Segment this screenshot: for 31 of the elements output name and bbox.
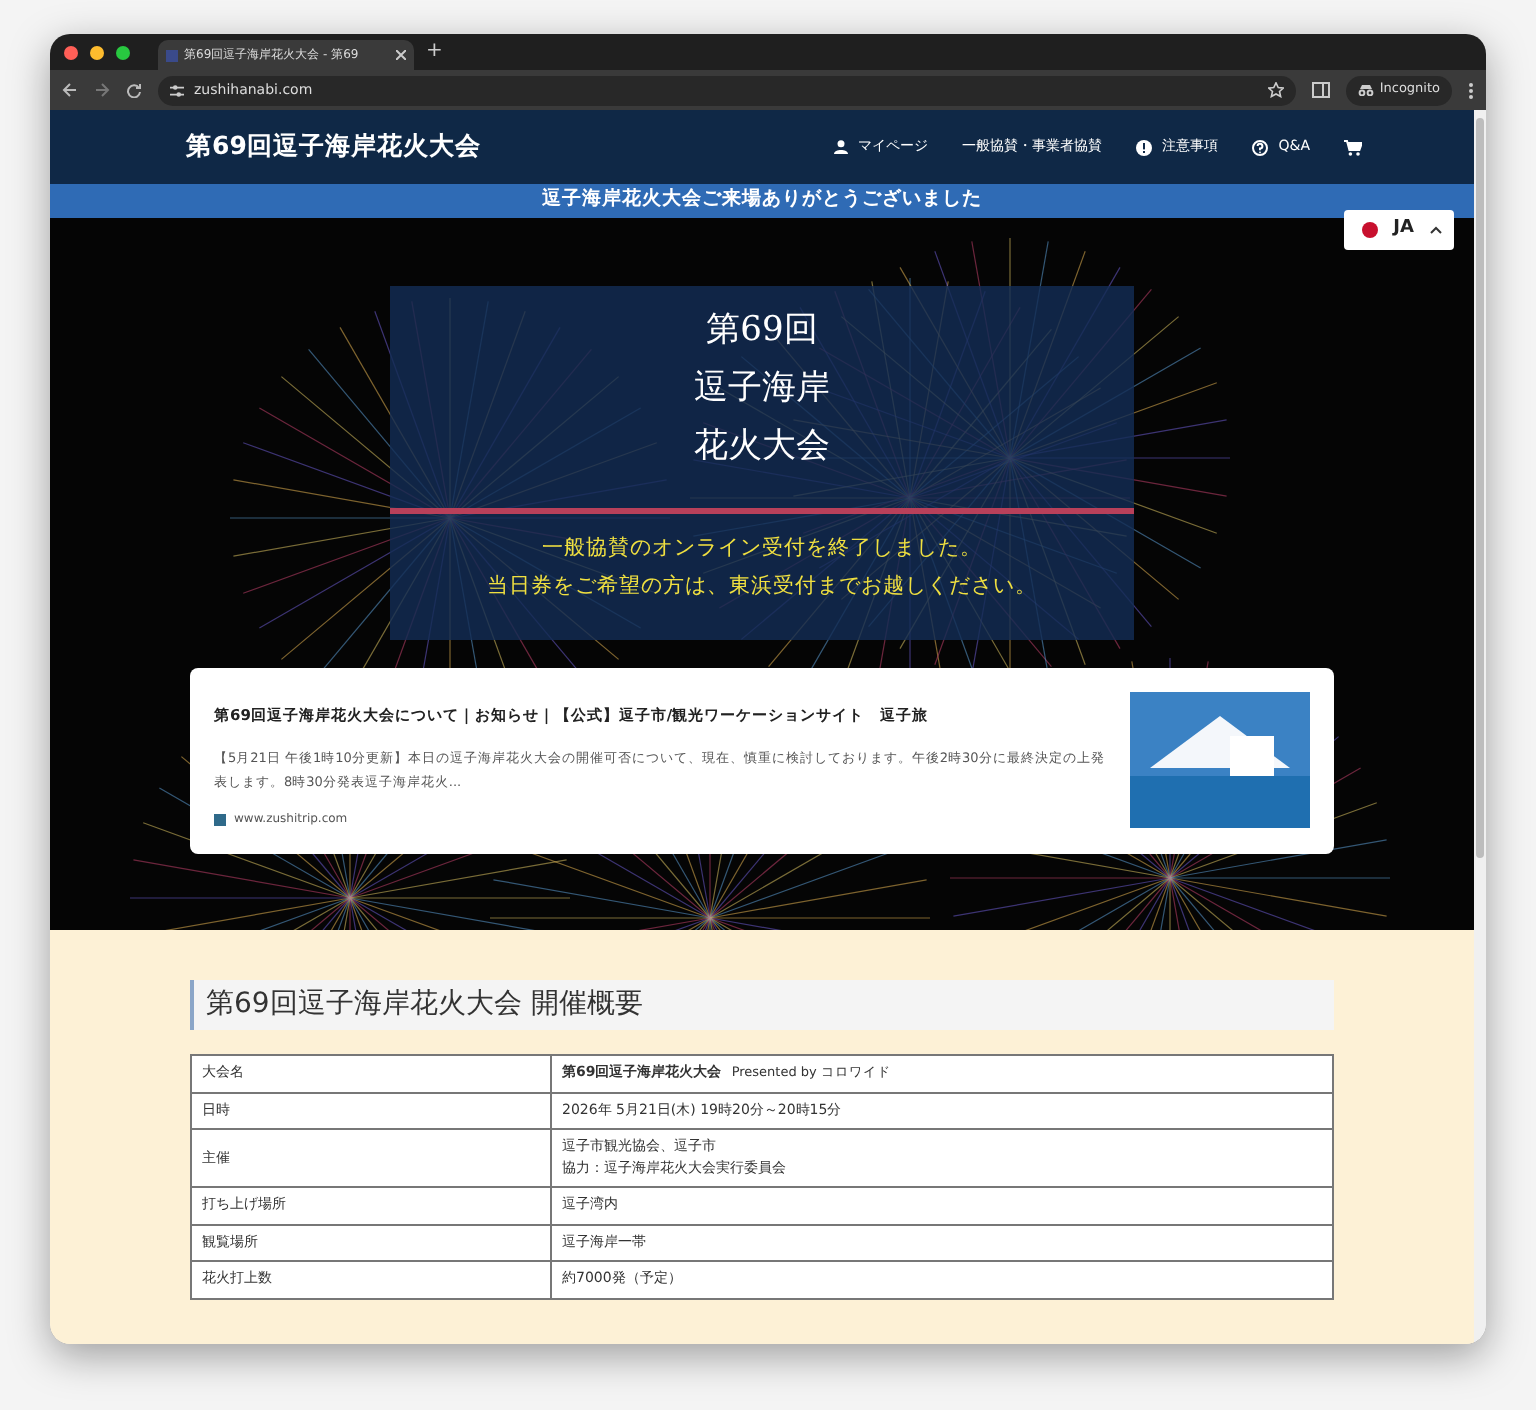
forward-icon[interactable] [94, 82, 110, 98]
alert-icon [1136, 139, 1153, 155]
flag-icon [1361, 222, 1378, 238]
help-icon [1252, 139, 1269, 155]
notice-line: 当日券をご希望の方は、東浜受付までお越しください。 [487, 572, 1037, 602]
new-tab-button[interactable]: + [426, 42, 443, 62]
caret-icon [1430, 226, 1442, 234]
maximize-window-button[interactable] [116, 45, 130, 59]
favicon-icon [166, 49, 178, 61]
star-icon[interactable] [1267, 82, 1284, 98]
thank-you-banner: 逗子海岸花火大会ご来場ありがとうございました [50, 184, 1474, 218]
back-icon[interactable] [62, 82, 78, 98]
hero-title-line: 花火大会 [694, 424, 830, 470]
close-window-button[interactable] [64, 45, 78, 59]
site-title[interactable]: 第69回逗子海岸花火大会 [186, 128, 481, 166]
favicon-icon [214, 813, 226, 826]
side-panel-icon[interactable] [1311, 82, 1330, 98]
language-selector[interactable]: JA [1343, 210, 1454, 250]
notice-line: 一般協賛のオンライン受付を終了しました。 [542, 534, 982, 564]
minimize-window-button[interactable] [90, 45, 104, 59]
site-settings-icon[interactable] [170, 83, 184, 97]
hero-title-line: 逗子海岸 [694, 366, 830, 412]
menu-icon[interactable] [1468, 81, 1474, 99]
cart-button[interactable] [1344, 136, 1362, 158]
scrollbar[interactable] [1474, 110, 1486, 1344]
close-icon[interactable] [396, 50, 406, 60]
reload-icon[interactable] [126, 82, 142, 98]
hero-title-line: 第69回 [706, 308, 818, 354]
cart-icon [1344, 139, 1362, 155]
section-heading: 第69回逗子海岸花火大会 開催概要 [190, 980, 1334, 1030]
user-icon [834, 140, 849, 154]
